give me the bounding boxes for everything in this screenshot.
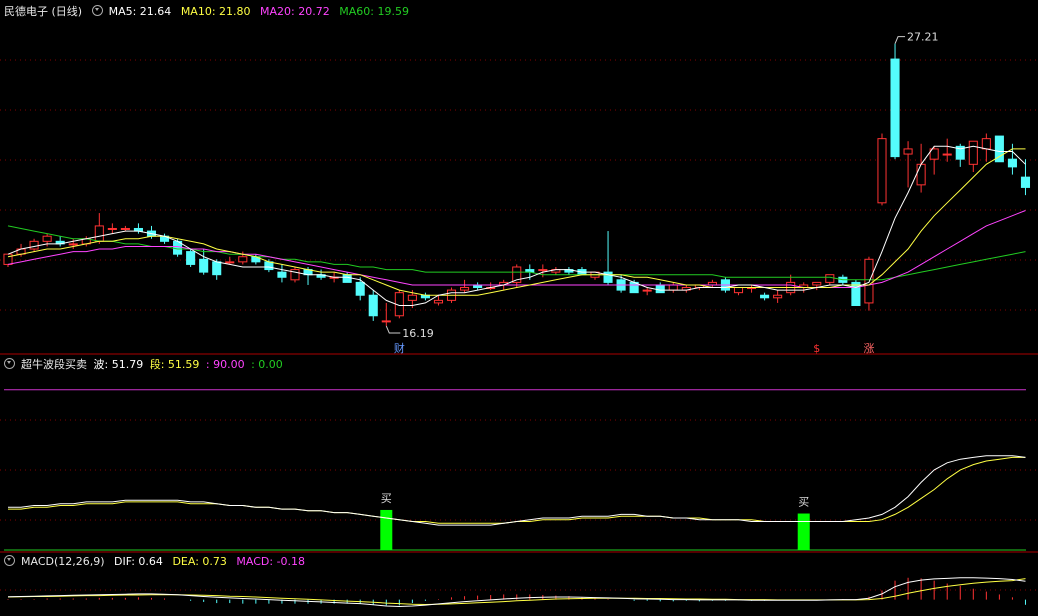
ma60-label: MA60: 19.59 xyxy=(339,5,409,18)
buy-signal-bar xyxy=(797,513,810,550)
low-pointer xyxy=(385,325,401,334)
candle-body xyxy=(1007,158,1017,168)
candle-body xyxy=(368,294,378,317)
candle-body xyxy=(355,281,365,296)
candle-body xyxy=(1020,176,1031,188)
indicator-title[interactable]: 超牛波段买卖 xyxy=(21,358,87,371)
candle-body xyxy=(225,261,235,264)
candle-body xyxy=(68,243,78,246)
stock-chart: 27.21 16.19财 $ 涨买 买 xyxy=(0,31,1038,608)
candle-body xyxy=(460,287,470,291)
candle-body xyxy=(825,274,835,283)
stock-title[interactable]: 民德电子 (日线) xyxy=(4,5,82,18)
candle-body xyxy=(890,58,900,158)
settings-circle-icon[interactable] xyxy=(4,358,15,369)
ma10-label: MA10: 21.80 xyxy=(180,5,251,18)
buy-signal-label: 买 xyxy=(381,492,392,505)
candle-body xyxy=(342,274,352,283)
candle-body xyxy=(381,320,391,323)
zero-label: : 0.00 xyxy=(251,358,283,371)
candle-body xyxy=(199,258,209,273)
high-price-label: 27.21 xyxy=(907,31,939,44)
candle-body xyxy=(94,225,104,242)
candle-body xyxy=(655,284,665,294)
dif-label: DIF: 0.64 xyxy=(114,555,163,568)
event-marker: 财 xyxy=(394,341,405,355)
candle-body xyxy=(42,235,52,242)
macd-title[interactable]: MACD(12,26,9) xyxy=(21,555,105,568)
candle-body xyxy=(968,140,978,165)
bo-line xyxy=(8,455,1026,526)
candle-body xyxy=(916,163,926,186)
low-price-label: 16.19 xyxy=(402,327,434,340)
candle-body xyxy=(433,299,444,304)
dif-line xyxy=(7,577,1026,608)
candle-body xyxy=(981,138,991,150)
candle-body xyxy=(186,251,196,265)
macd-value-label: MACD: -0.18 xyxy=(236,555,306,568)
ma5-label: MA5: 21.64 xyxy=(108,5,172,18)
high-pointer xyxy=(894,36,906,44)
settings-circle-icon[interactable] xyxy=(4,555,15,566)
buy-signal-bar xyxy=(380,509,393,550)
event-marker: 涨 xyxy=(863,342,874,355)
candle-body xyxy=(760,294,770,299)
macd-panel-header: MACD(12,26,9) DIF: 0.64 DEA: 0.73 MACD: … xyxy=(4,555,311,569)
candle-body xyxy=(733,287,744,294)
candle-body xyxy=(120,227,130,230)
candle-body xyxy=(238,256,248,263)
candle-body xyxy=(407,294,417,301)
candle-body xyxy=(668,284,678,291)
candle-body xyxy=(773,294,783,299)
buy-signal-label: 买 xyxy=(798,496,809,509)
candle-body xyxy=(107,227,117,230)
indicator-panel-header: 超牛波段买卖 波: 51.79 段: 51.59 : 90.00 : 0.00 xyxy=(4,358,289,372)
candle-body xyxy=(642,289,652,292)
dea-line xyxy=(7,578,1026,606)
candle-body xyxy=(29,240,39,250)
price-panel-header: 民德电子 (日线) MA5: 21.64 MA10: 21.80 MA20: 2… xyxy=(4,5,415,19)
candle-body xyxy=(942,153,952,156)
ma20-label: MA20: 20.72 xyxy=(260,5,330,18)
bo-label: 波: 51.79 xyxy=(93,358,144,371)
candle-body xyxy=(538,269,548,272)
candle-body xyxy=(212,261,222,276)
dea-label: DEA: 0.73 xyxy=(172,555,227,568)
candle-body xyxy=(277,271,287,278)
duan-line xyxy=(8,456,1026,524)
candle-body xyxy=(877,138,887,204)
candle-body xyxy=(264,261,274,271)
candle-body xyxy=(812,281,822,286)
candle-body xyxy=(903,148,913,155)
duan-label: 段: 51.59 xyxy=(149,358,200,371)
event-marker: $ xyxy=(813,342,820,355)
level-label: : 90.00 xyxy=(205,358,245,371)
settings-circle-icon[interactable] xyxy=(91,5,103,16)
